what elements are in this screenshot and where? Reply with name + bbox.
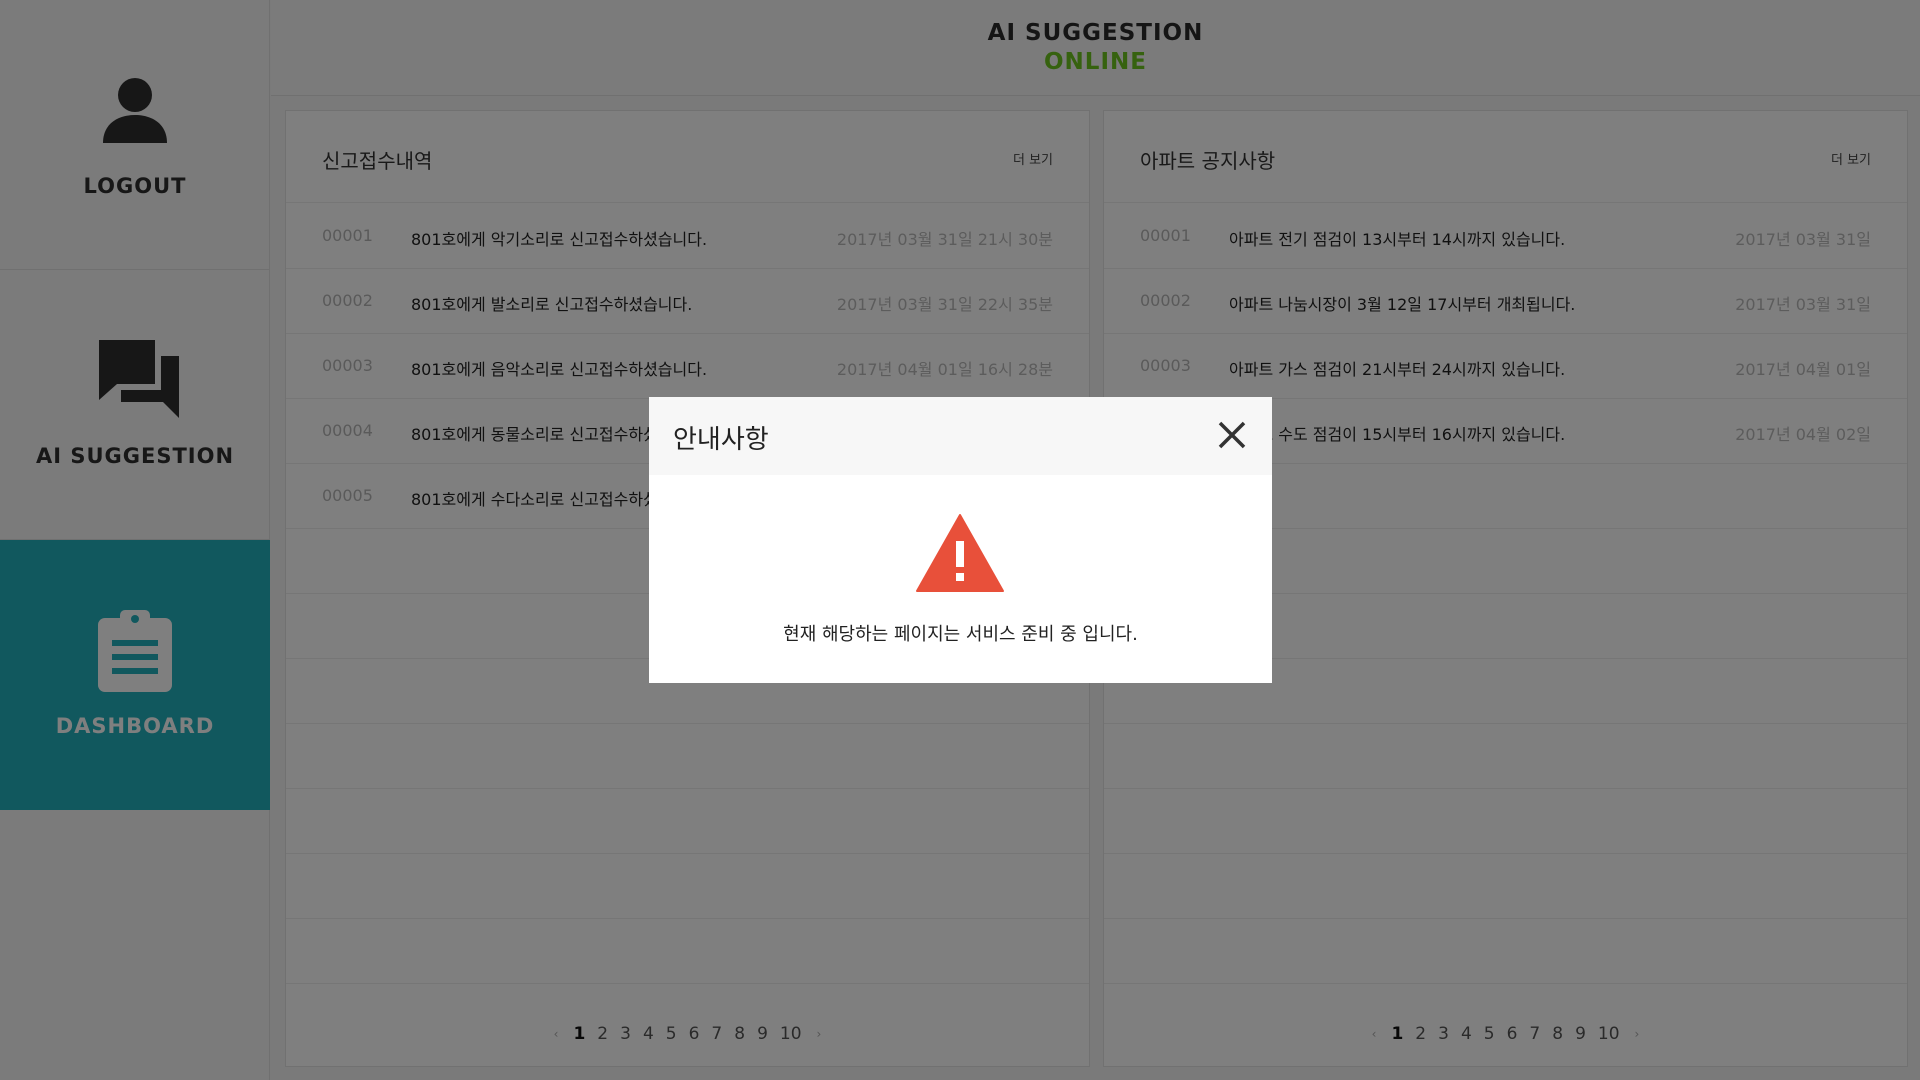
modal-message: 현재 해당하는 페이지는 서비스 준비 중 입니다. [783, 624, 1138, 645]
modal-header: 안내사항 [649, 397, 1272, 475]
modal-body: 현재 해당하는 페이지는 서비스 준비 중 입니다. [649, 475, 1272, 683]
notice-modal: 안내사항 현재 해당하는 페이지는 서비스 준비 중 입니다. [649, 397, 1272, 683]
warning-icon [916, 514, 1004, 592]
modal-title: 안내사항 [673, 425, 769, 455]
close-icon[interactable] [1214, 417, 1250, 453]
